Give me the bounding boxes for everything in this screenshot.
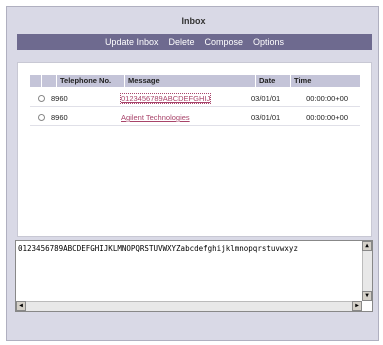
row-select-radio[interactable] <box>38 95 45 102</box>
inbox-window: Inbox Update Inbox Delete Compose Option… <box>6 6 379 341</box>
menu-bar: Update Inbox Delete Compose Options <box>17 34 372 50</box>
vertical-scrollbar[interactable]: ▲ ▼ <box>362 241 372 301</box>
options-button[interactable]: Options <box>253 37 284 47</box>
telephone-cell: 8960 <box>51 113 68 122</box>
telephone-cell: 8960 <box>51 94 68 103</box>
scroll-left-icon[interactable]: ◀ <box>16 301 26 311</box>
table-row: 8960 0123456789ABCDEFGHIJ 03/01/01 00:00… <box>30 91 360 107</box>
message-link[interactable]: Agilent Technologies <box>121 113 190 122</box>
header-telephone: Telephone No. <box>57 75 125 87</box>
header-date: Date <box>256 75 291 87</box>
message-link[interactable]: 0123456789ABCDEFGHIJ <box>119 93 212 104</box>
scroll-up-icon[interactable]: ▲ <box>362 241 372 251</box>
inbox-table-panel: Telephone No. Message Date Time 8960 012… <box>17 62 372 237</box>
update-inbox-button[interactable]: Update Inbox <box>105 37 159 47</box>
date-cell: 03/01/01 <box>251 113 281 122</box>
header-select-column <box>30 75 42 87</box>
scroll-down-icon[interactable]: ▼ <box>362 291 372 301</box>
date-cell: 03/01/01 <box>251 94 281 103</box>
scroll-right-icon[interactable]: ▶ <box>352 301 362 311</box>
message-view[interactable]: 0123456789ABCDEFGHIJKLMNOPQRSTUVWXYZabcd… <box>15 240 373 312</box>
message-text: 0123456789ABCDEFGHIJKLMNOPQRSTUVWXYZabcd… <box>18 244 298 253</box>
header-time: Time <box>294 76 312 85</box>
window-title: Inbox <box>181 16 206 26</box>
table-header: Telephone No. Message Date Time <box>30 75 360 87</box>
header-message: Message <box>125 75 256 87</box>
table-row: 8960 Agilent Technologies 03/01/01 00:00… <box>30 110 360 126</box>
horizontal-scrollbar[interactable]: ◀ ▶ <box>16 301 362 311</box>
delete-button[interactable]: Delete <box>168 37 194 47</box>
compose-button[interactable]: Compose <box>205 37 244 47</box>
time-cell: 00:00:00+00 <box>306 94 348 103</box>
row-select-radio[interactable] <box>38 114 45 121</box>
time-cell: 00:00:00+00 <box>306 113 348 122</box>
header-spacer <box>42 75 57 87</box>
